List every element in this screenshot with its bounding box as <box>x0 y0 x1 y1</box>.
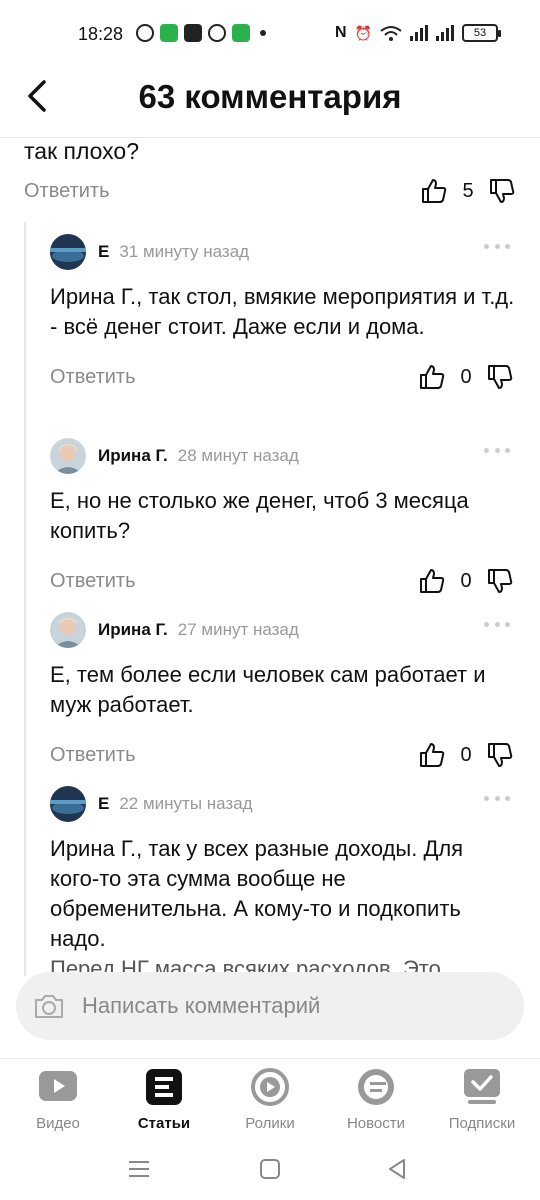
camera-icon[interactable] <box>32 989 66 1023</box>
comment-author[interactable]: Е <box>98 794 109 814</box>
avatar[interactable] <box>50 612 86 648</box>
status-bar: 18:28 N ⏰ 53 <box>0 0 540 66</box>
nav-label: Видео <box>36 1115 80 1132</box>
thumb-up-icon[interactable] <box>418 363 446 391</box>
comment-author[interactable]: Ирина Г. <box>98 446 168 466</box>
header: 63 комментария <box>0 66 540 138</box>
thumb-up-icon[interactable] <box>418 741 446 769</box>
signal-icon <box>410 25 428 41</box>
comment-header: Ирина Г. 28 минут назад <box>50 436 516 476</box>
comment-text: Е, но не столько же денег, чтоб 3 месяца… <box>50 488 469 543</box>
comment-time: 28 минут назад <box>177 446 299 465</box>
menu-icon[interactable] <box>126 1156 152 1182</box>
like-count: 0 <box>460 365 472 388</box>
comment-author[interactable]: Ирина Г. <box>98 620 168 640</box>
nav-label: Ролики <box>245 1115 295 1132</box>
reply-button[interactable]: Ответить <box>50 744 136 767</box>
nav-label: Подписки <box>448 1115 516 1132</box>
app-icon <box>184 24 202 42</box>
nav-articles[interactable]: Статьи <box>114 1067 214 1132</box>
comment-input[interactable]: Написать комментарий <box>16 972 524 1040</box>
comment: Ирина Г. 27 минут назад Е, тем более есл… <box>50 610 516 772</box>
comment-input-placeholder: Написать комментарий <box>82 993 321 1018</box>
thumb-up-icon[interactable] <box>418 567 446 595</box>
comment: Ирина Г. 28 минут назад Е, но не столько… <box>50 436 516 598</box>
comment-actions: Ответить 0 <box>50 738 516 772</box>
votes: 5 <box>420 177 516 205</box>
reply-button[interactable]: Ответить <box>50 570 136 593</box>
comment-header: Е 31 минуту назад <box>50 232 516 272</box>
like-count: 0 <box>460 743 472 766</box>
more-notifications-dot <box>260 30 266 36</box>
comment-actions: Ответить 0 <box>50 360 516 394</box>
comment-text: Ирина Г., так у всех разные доходы. Для … <box>50 836 464 951</box>
reply-button[interactable]: Ответить <box>50 366 136 389</box>
whatsapp-icon <box>136 24 154 42</box>
comment-time: 22 минуты назад <box>119 794 253 813</box>
status-time: 18:28 <box>78 24 124 44</box>
comment: Е 22 минуты назад Ирина Г., так у всех р… <box>50 784 516 976</box>
comment-text: так плохо? <box>24 138 140 164</box>
comment-header: Е 22 минуты назад <box>50 784 516 824</box>
battery-icon: 53 <box>462 24 501 42</box>
page-title: 63 комментария <box>138 78 402 115</box>
signal-icon <box>436 25 454 41</box>
votes: 0 <box>418 567 514 595</box>
comment-actions: Ответить 0 <box>50 564 516 598</box>
wifi-icon <box>380 26 402 41</box>
comment-author[interactable]: Е <box>98 242 109 262</box>
comment-text: Е, тем более если человек сам работает и… <box>50 662 486 717</box>
system-navigation <box>0 1140 540 1200</box>
thumb-up-icon[interactable] <box>420 177 448 205</box>
avatar[interactable] <box>50 786 86 822</box>
more-icon[interactable] <box>484 622 510 630</box>
nav-label: Новости <box>346 1115 406 1132</box>
nav-video[interactable]: Видео <box>8 1067 108 1132</box>
back-icon[interactable] <box>384 1156 410 1182</box>
avatar[interactable] <box>50 234 86 270</box>
comment-time: 27 минут назад <box>177 620 299 639</box>
votes: 0 <box>418 741 514 769</box>
comment-time: 31 минуту назад <box>119 242 250 261</box>
app-icon <box>160 24 178 42</box>
comment-actions: Ответить 5 <box>24 174 516 208</box>
nav-news[interactable]: Новости <box>326 1067 426 1132</box>
articles-icon <box>146 1069 182 1105</box>
news-icon <box>358 1069 394 1105</box>
message-icon <box>232 24 250 42</box>
alarm-icon: ⏰ <box>354 24 372 41</box>
like-count: 5 <box>462 179 474 202</box>
thumb-down-icon[interactable] <box>488 177 516 205</box>
thumb-down-icon[interactable] <box>486 567 514 595</box>
shorts-icon <box>251 1068 289 1106</box>
avatar[interactable] <box>50 438 86 474</box>
home-icon[interactable] <box>257 1156 283 1182</box>
votes: 0 <box>418 363 514 391</box>
nav-label: Статьи <box>137 1115 191 1132</box>
nav-subscriptions[interactable]: Подписки <box>432 1067 532 1132</box>
like-count: 0 <box>460 569 472 592</box>
comments-list[interactable]: так плохо? Ответить 5 Е 31 минуту назад … <box>0 138 540 976</box>
thumb-down-icon[interactable] <box>486 363 514 391</box>
comment: Е 31 минуту назад Ирина Г., так стол, вм… <box>50 232 516 394</box>
thread-line <box>24 222 26 976</box>
subscriptions-icon <box>464 1069 500 1104</box>
video-icon <box>39 1071 77 1101</box>
more-icon[interactable] <box>484 244 510 252</box>
bottom-nav: Видео Статьи Ролики Новости Подписки <box>0 1058 540 1138</box>
check-circle-icon <box>208 24 226 42</box>
system-icons: N ⏰ 53 <box>335 24 501 42</box>
notification-icons <box>136 24 266 42</box>
comment-text: Ирина Г., так стол, вмякие мероприятия и… <box>50 284 515 339</box>
more-icon[interactable] <box>484 448 510 456</box>
comment-header: Ирина Г. 27 минут назад <box>50 610 516 650</box>
more-icon[interactable] <box>484 796 510 804</box>
thumb-down-icon[interactable] <box>486 741 514 769</box>
reply-button[interactable]: Ответить <box>24 180 110 203</box>
nav-shorts[interactable]: Ролики <box>220 1067 320 1132</box>
nfc-icon: N <box>335 24 347 41</box>
